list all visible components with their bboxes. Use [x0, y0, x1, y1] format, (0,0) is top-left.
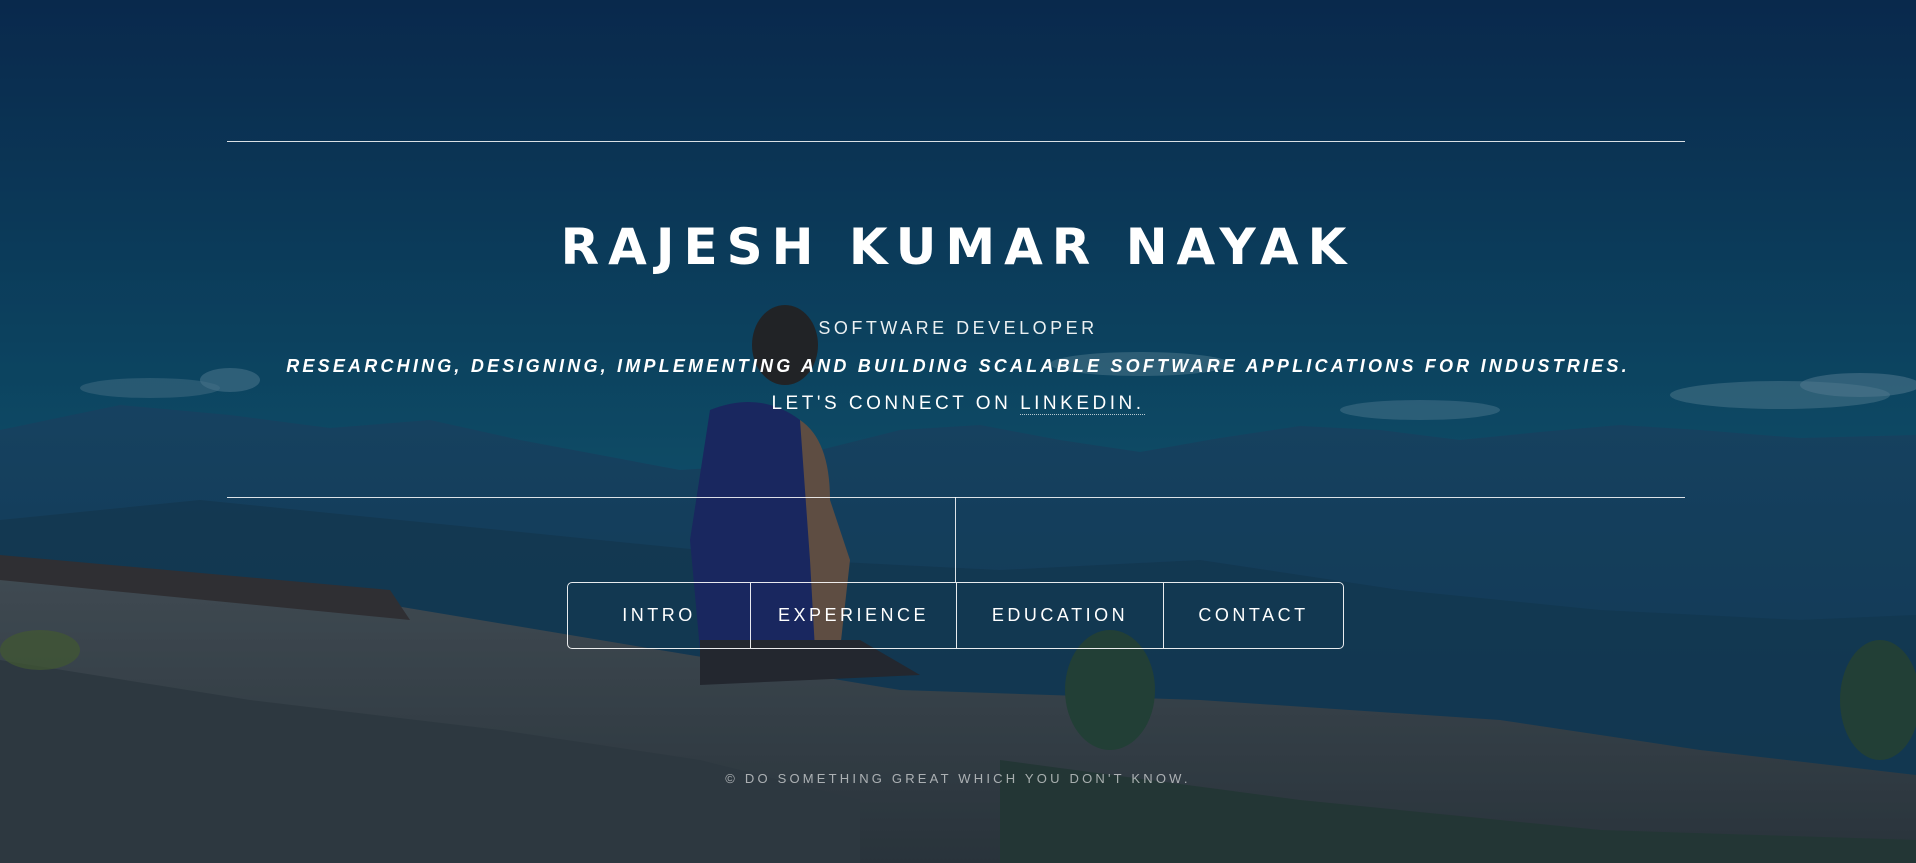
nav-education[interactable]: EDUCATION	[956, 583, 1163, 648]
bottom-divider	[227, 497, 1685, 498]
page-title: RAJESH KUMAR NAYAK	[560, 218, 1356, 276]
nav-experience[interactable]: EXPERIENCE	[750, 583, 956, 648]
connect-line: LET'S CONNECT ON LINKEDIN.	[0, 393, 1916, 415]
top-divider	[227, 141, 1685, 142]
role-subtitle: SOFTWARE DEVELOPER	[818, 318, 1098, 338]
tagline: RESEARCHING, DESIGNING, IMPLEMENTING AND…	[286, 356, 1630, 376]
footer-text: © DO SOMETHING GREAT WHICH YOU DON'T KNO…	[725, 771, 1191, 786]
nav-intro[interactable]: INTRO	[568, 583, 750, 648]
linkedin-link[interactable]: LINKEDIN.	[1020, 393, 1145, 415]
nav-connector-line	[955, 497, 956, 582]
connect-prefix: LET'S CONNECT ON	[771, 393, 1021, 414]
nav-contact[interactable]: CONTACT	[1163, 583, 1343, 648]
main-nav: INTRO EXPERIENCE EDUCATION CONTACT	[567, 582, 1344, 649]
background-overlay	[0, 0, 1916, 863]
